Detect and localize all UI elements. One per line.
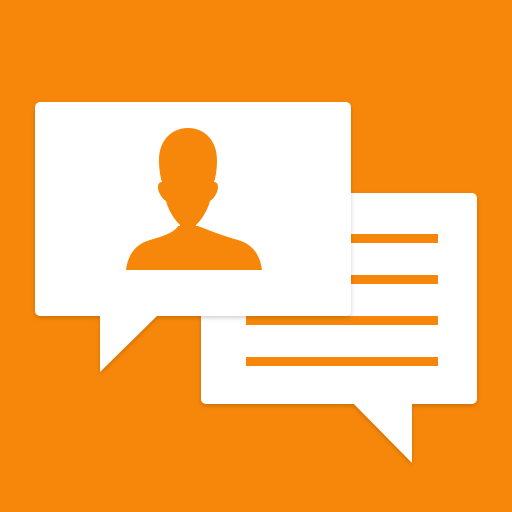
text-line [246,357,438,366]
text-line [246,316,438,325]
chat-icon-graphic [0,0,512,512]
chat-messages-app-icon [0,0,512,512]
